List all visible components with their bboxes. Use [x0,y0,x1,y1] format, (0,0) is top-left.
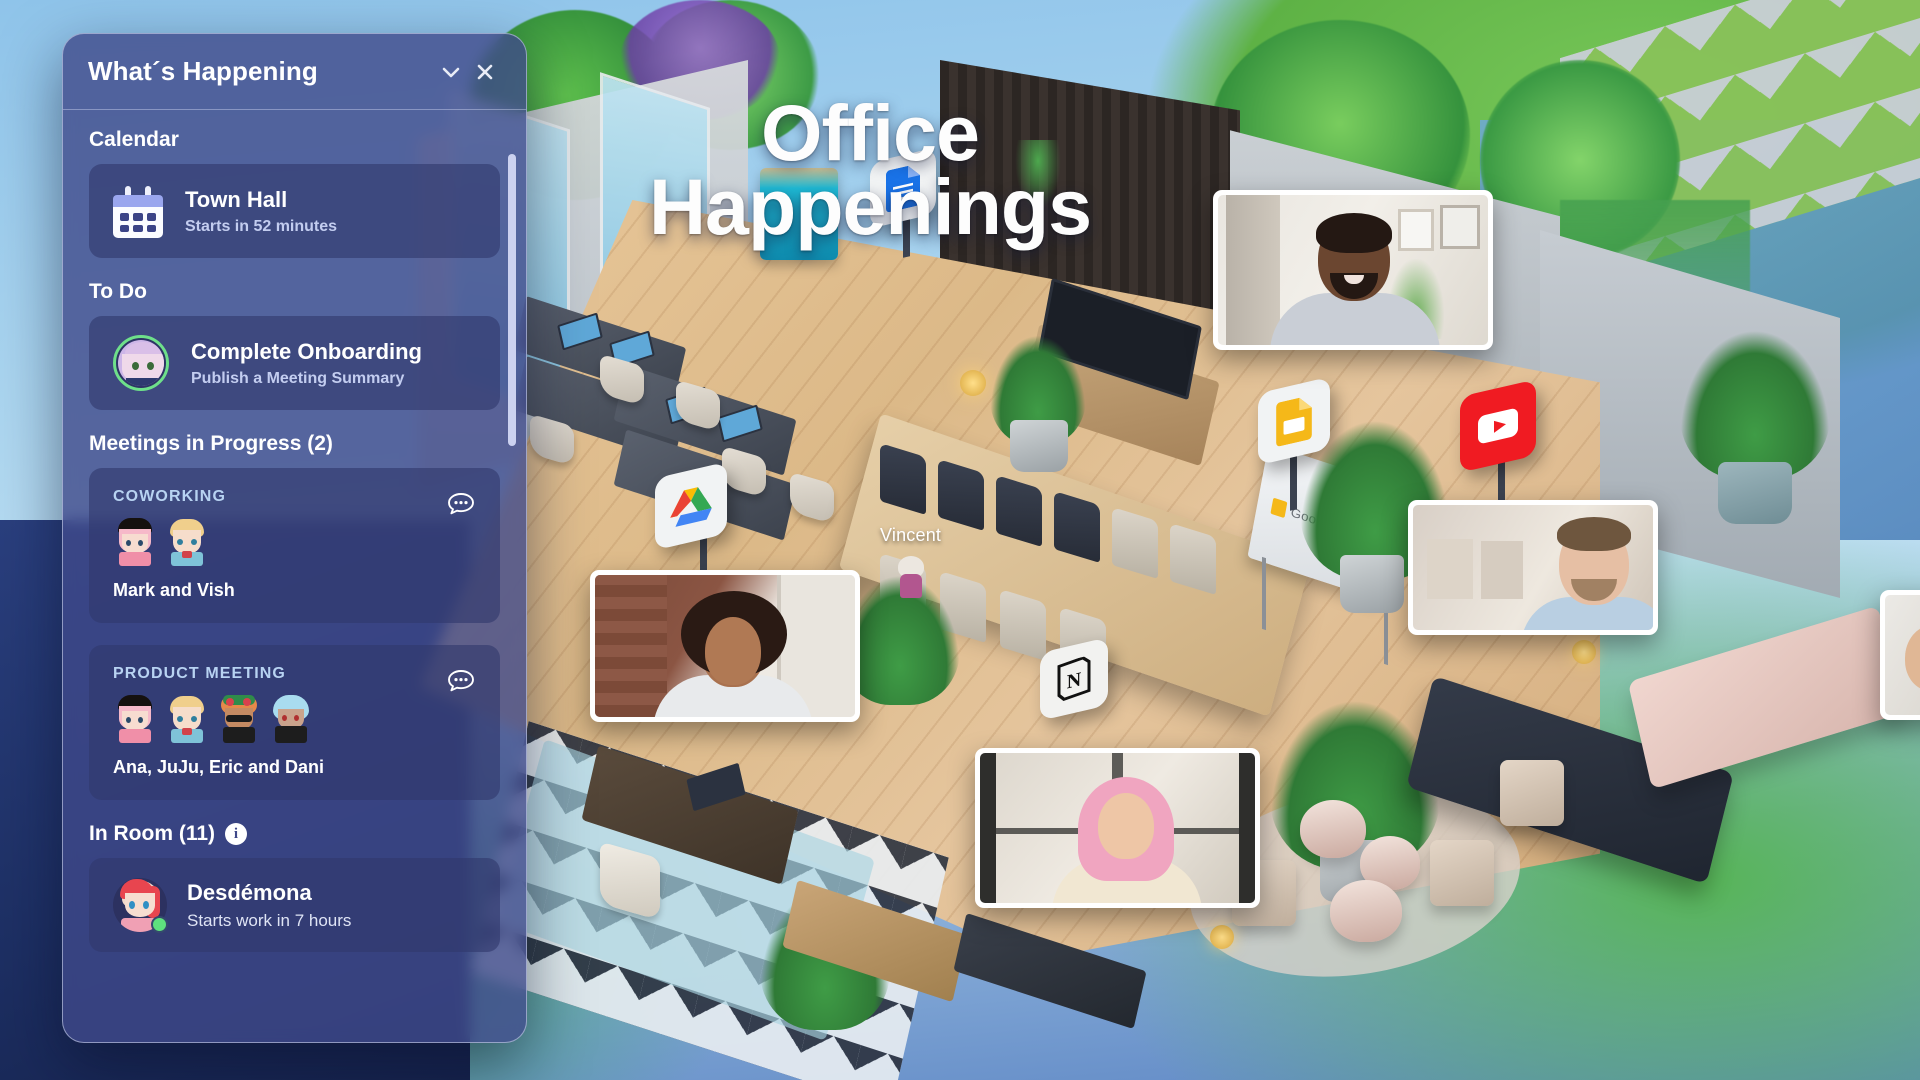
close-icon[interactable] [468,55,502,89]
video-tile-5[interactable] [1880,590,1920,720]
panel-scrollbar[interactable] [508,146,516,1034]
meeting-card-product[interactable]: PRODUCT MEETING Ana, JuJu, Eric and Dani [89,645,500,800]
calendar-event-subtitle: Starts in 52 minutes [185,217,338,235]
avatar-face [705,617,761,685]
video-tile-1[interactable] [1213,190,1493,350]
scrollbar-thumb[interactable] [508,154,516,446]
meeting-participants: Ana, JuJu, Eric and Dani [113,757,325,777]
meeting-kicker: PRODUCT MEETING [113,665,286,682]
avatar [217,695,261,743]
info-icon[interactable]: i [225,823,248,845]
world-avatar[interactable] [894,556,928,598]
todo-title: Complete Onboarding [191,338,422,364]
avatar [113,518,157,566]
avatar [269,695,313,743]
calendar-event-title: Town Hall [185,186,288,212]
person-status: Starts work in 7 hours [187,910,352,930]
meeting-card-coworking[interactable]: COWORKING Mark and Vish [89,468,500,623]
person-name: Desdémona [187,879,312,905]
calendar-event-card[interactable]: Town Hall Starts in 52 minutes [89,164,500,258]
avatar-hair [1557,517,1631,551]
avatar [165,518,209,566]
pouf [1300,800,1366,858]
avatar-hair [1316,213,1392,253]
meeting-kicker: COWORKING [113,488,227,505]
status-badge-online [151,916,168,933]
todo-subtitle: Publish a Meeting Summary [191,369,405,387]
chat-bubble-icon[interactable] [444,665,478,699]
plant-pot [1718,462,1792,524]
google-slides-mini-icon [1270,497,1288,518]
avatar [113,335,169,391]
avatar-head [1098,793,1154,859]
pendant-light [1572,640,1596,664]
side-chair [1500,760,1564,826]
pendant-light [1210,925,1234,949]
meeting-participants: Mark and Vish [113,580,235,600]
todo-card[interactable]: Complete Onboarding Publish a Meeting Su… [89,316,500,410]
section-heading-meetings: Meetings in Progress (2) [89,432,500,456]
plant-pot [1340,555,1404,613]
chevron-down-icon[interactable] [434,55,468,89]
meeting-avatars [113,695,476,743]
video-tile-3[interactable] [590,570,860,722]
section-heading-calendar-label: Calendar [89,128,179,151]
in-room-person-card[interactable]: Desdémona Starts work in 7 hours [89,858,500,952]
calendar-icon [113,186,163,238]
section-heading-in-room-label: In Room (11) [89,822,216,845]
pouf [1330,880,1402,942]
video-tile-4[interactable] [975,748,1260,908]
panel-title: What´s Happening [88,56,318,86]
avatar [113,878,168,933]
section-heading-todo: To Do [89,280,500,304]
scene-title: Office Happenings [648,88,1092,252]
panel-header: What´s Happening [63,34,526,110]
chat-bubble-icon[interactable] [444,488,478,522]
avatar [113,695,157,743]
pendant-light [960,370,986,396]
panel-body: Calendar Town Hall Starts in 52 minutes … [63,110,526,1042]
video-tile-2[interactable] [1408,500,1658,635]
section-heading-in-room: In Room (11) i [89,822,500,846]
avatar [165,695,209,743]
side-chair [1430,840,1494,906]
svg-text:N: N [1067,668,1082,693]
meeting-avatars [113,518,476,566]
whats-happening-panel[interactable]: What´s Happening Calendar Town Hall Star… [62,33,527,1043]
section-heading-todo-label: To Do [89,280,147,303]
plant-decoration [1680,330,1830,480]
world-name-label: Vincent [880,525,942,545]
section-heading-meetings-label: Meetings in Progress (2) [89,432,333,455]
section-heading-calendar: Calendar [89,128,500,152]
plant-pot [1010,420,1068,472]
